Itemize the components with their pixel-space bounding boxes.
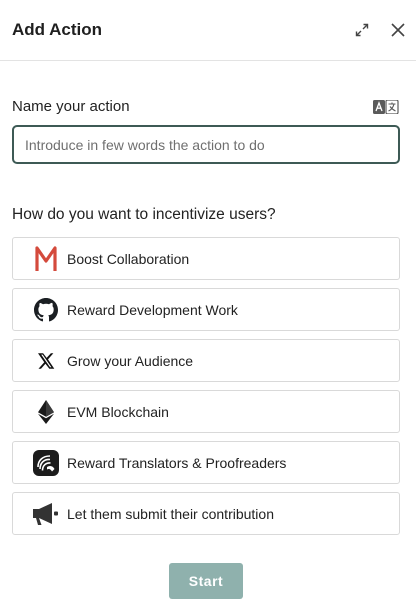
action-name-input[interactable] xyxy=(12,125,400,164)
option-submit-contribution[interactable]: Let them submit their contribution xyxy=(12,492,400,535)
option-grow-your-audience[interactable]: Grow your Audience xyxy=(12,339,400,382)
name-action-label: Name your action xyxy=(12,98,130,115)
close-icon[interactable] xyxy=(387,19,409,41)
option-evm-blockchain[interactable]: EVM Blockchain xyxy=(12,390,400,433)
x-logo-icon xyxy=(33,348,59,374)
option-label: Boost Collaboration xyxy=(67,250,190,267)
panel-title: Add Action xyxy=(12,20,103,39)
incentive-options-list: Boost Collaboration Reward Development W… xyxy=(12,237,400,543)
translation-logo-icon xyxy=(33,449,59,476)
option-label: Let them submit their contribution xyxy=(67,505,274,522)
add-action-panel: Add Action Name your action How do you w… xyxy=(0,0,416,613)
option-label: Reward Development Work xyxy=(67,301,238,318)
start-button[interactable]: Start xyxy=(169,563,243,599)
option-label: Reward Translators & Proofreaders xyxy=(67,454,287,471)
translate-icon[interactable] xyxy=(373,99,399,115)
megaphone-icon xyxy=(33,501,59,527)
option-reward-translators[interactable]: Reward Translators & Proofreaders xyxy=(12,441,400,484)
incentive-question: How do you want to incentivize users? xyxy=(12,206,276,223)
expand-icon[interactable] xyxy=(351,19,373,41)
panel-header: Add Action xyxy=(0,0,416,61)
m-logo-icon xyxy=(33,245,59,272)
option-reward-development-work[interactable]: Reward Development Work xyxy=(12,288,400,331)
option-boost-collaboration[interactable]: Boost Collaboration xyxy=(12,237,400,280)
github-icon xyxy=(33,297,59,323)
ethereum-icon xyxy=(33,399,59,425)
option-label: EVM Blockchain xyxy=(67,403,169,420)
option-label: Grow your Audience xyxy=(67,352,194,369)
